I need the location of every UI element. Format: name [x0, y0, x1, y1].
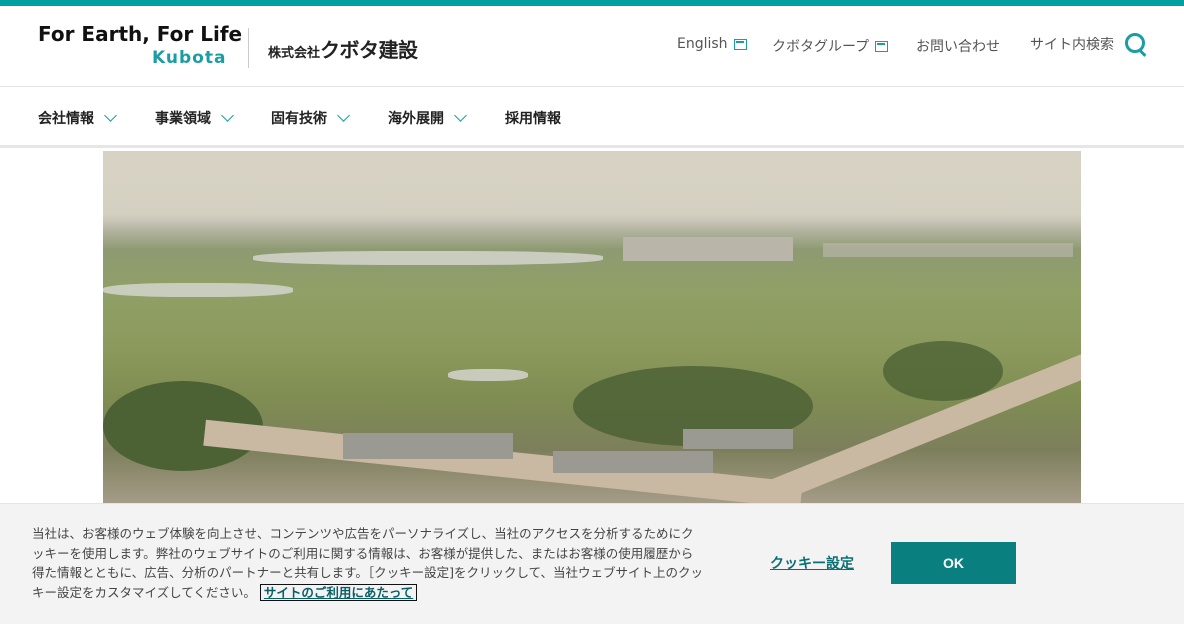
hero-water	[253, 251, 603, 265]
chevron-down-icon	[337, 109, 350, 122]
global-nav: 会社情報 事業領域 固有技術 海外展開 採用情報	[0, 88, 1184, 148]
site-header: For Earth, For Life Kubota 株式会社クボタ建設 Eng…	[0, 6, 1184, 87]
company-prefix: 株式会社	[268, 46, 321, 61]
contact-link-label: お問い合わせ	[916, 39, 1000, 55]
kubota-group-link[interactable]: クボタグループ	[772, 36, 889, 56]
chevron-down-icon	[454, 109, 467, 122]
nav-item-label: 事業領域	[155, 111, 211, 127]
nav-item-company[interactable]: 会社情報	[38, 108, 117, 128]
hero-water	[448, 369, 528, 381]
external-window-icon	[733, 38, 747, 50]
cookie-banner: 当社は、お客様のウェブ体験を向上させ、コンテンツや広告をパーソナライズし、当社の…	[0, 503, 1184, 624]
site-search-button[interactable]: サイト内検索	[1030, 32, 1148, 56]
chevron-down-icon	[104, 109, 117, 122]
search-icon	[1124, 32, 1148, 56]
nav-item-business[interactable]: 事業領域	[155, 108, 234, 128]
contact-link[interactable]: お問い合わせ	[916, 36, 1000, 56]
hero-rooftops	[343, 433, 513, 459]
hero-distant-buildings	[623, 237, 793, 261]
tagline-logo[interactable]: For Earth, For Life	[38, 22, 242, 46]
hero-water	[103, 283, 293, 297]
kubota-logo[interactable]: Kubota	[152, 48, 226, 68]
english-link-label: English	[677, 36, 728, 52]
hero-distant-buildings	[823, 243, 1073, 257]
nav-item-label: 固有技術	[271, 111, 327, 127]
hero-rooftops	[553, 451, 713, 473]
nav-item-technology[interactable]: 固有技術	[271, 108, 350, 128]
company-name: クボタ建設	[320, 38, 418, 62]
nav-item-label: 採用情報	[505, 111, 561, 127]
hero-rooftops	[683, 429, 793, 449]
hero-aerial-image	[103, 151, 1081, 503]
chevron-down-icon	[221, 109, 234, 122]
cookie-settings-link[interactable]: クッキー設定	[770, 553, 854, 573]
terms-of-use-link[interactable]: サイトのご利用にあたって	[259, 583, 418, 601]
nav-item-label: 海外展開	[388, 111, 444, 127]
nav-item-overseas[interactable]: 海外展開	[388, 108, 467, 128]
company-logo[interactable]: 株式会社クボタ建設	[268, 34, 418, 63]
cookie-notice-text: 当社は、お客様のウェブ体験を向上させ、コンテンツや広告をパーソナライズし、当社の…	[32, 524, 704, 602]
site-search-label: サイト内検索	[1030, 37, 1114, 53]
external-window-icon	[875, 40, 889, 52]
nav-item-label: 会社情報	[38, 111, 94, 127]
hero-sky	[103, 151, 1081, 231]
cookie-ok-button[interactable]: OK	[891, 542, 1016, 584]
english-link[interactable]: English	[677, 36, 747, 52]
kubota-group-link-label: クボタグループ	[772, 39, 870, 55]
logo-divider	[248, 28, 249, 68]
nav-item-recruit[interactable]: 採用情報	[505, 108, 561, 128]
